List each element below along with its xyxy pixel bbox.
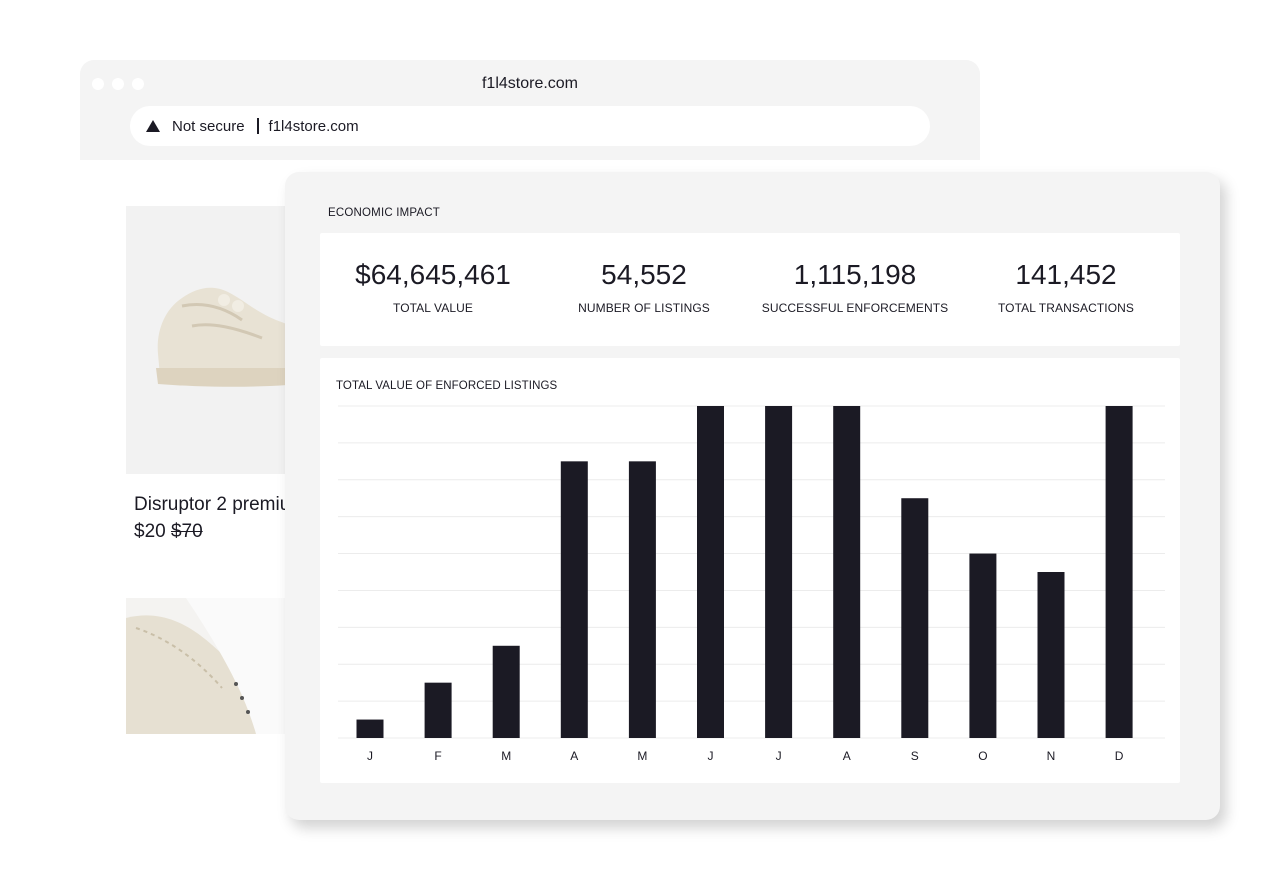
stat-total-value: $64,645,461 TOTAL VALUE <box>328 233 538 315</box>
sneaker-icon <box>156 287 286 387</box>
x-tick-label: J <box>367 749 373 763</box>
sneaker-closeup-icon <box>126 598 286 734</box>
x-tick-label: N <box>1047 749 1056 763</box>
security-label[interactable]: Not secure <box>172 118 245 135</box>
bar-1[interactable] <box>356 719 384 738</box>
bar-4[interactable] <box>560 461 588 738</box>
stat-value: 141,452 <box>1015 259 1117 290</box>
stats-row: $64,645,461 TOTAL VALUE 54,552 NUMBER OF… <box>320 233 1180 346</box>
bar-7[interactable] <box>765 406 793 738</box>
panel-title: ECONOMIC IMPACT <box>328 207 441 219</box>
chart-card: TOTAL VALUE OF ENFORCED LISTINGS JFMAMJJ… <box>320 358 1180 783</box>
stat-number-of-listings: 54,552 NUMBER OF LISTINGS <box>539 233 749 315</box>
bar-chart: JFMAMJJASOND <box>338 405 1165 763</box>
product-name[interactable]: Disruptor 2 premium <box>134 494 286 516</box>
bar-10[interactable] <box>969 553 997 738</box>
bar-5[interactable] <box>628 461 656 738</box>
x-tick-label: F <box>434 749 441 763</box>
stat-label: NUMBER OF LISTINGS <box>578 301 710 315</box>
economic-impact-panel: ECONOMIC IMPACT $64,645,461 TOTAL VALUE … <box>285 172 1220 820</box>
sale-price: $20 <box>134 521 166 542</box>
x-tick-label: M <box>637 749 647 763</box>
address-bar[interactable]: Not secure f1l4store.com <box>130 106 930 146</box>
x-tick-label: J <box>708 749 714 763</box>
bar-3[interactable] <box>492 645 520 738</box>
x-tick-label: J <box>776 749 782 763</box>
bar-6[interactable] <box>697 406 724 738</box>
x-tick-label: O <box>978 749 987 763</box>
bar-8[interactable] <box>833 406 861 738</box>
x-tick-label: A <box>570 749 578 763</box>
stat-value: $64,645,461 <box>355 259 511 290</box>
product-image[interactable] <box>126 206 286 474</box>
stat-label: SUCCESSFUL ENFORCEMENTS <box>761 301 949 315</box>
stat-label: TOTAL TRANSACTIONS <box>997 301 1135 315</box>
x-tick-label: D <box>1115 749 1124 763</box>
x-tick-label: M <box>501 749 511 763</box>
stat-total-transactions: 141,452 TOTAL TRANSACTIONS <box>961 233 1171 315</box>
window-title: f1l4store.com <box>481 75 579 92</box>
bar-12[interactable] <box>1105 406 1133 738</box>
browser-window: f1l4store.com Not secure f1l4store.com <box>80 60 980 160</box>
original-price: $70 <box>170 521 203 542</box>
bar-9[interactable] <box>901 498 929 738</box>
stat-label: TOTAL VALUE <box>392 301 473 315</box>
bar-11[interactable] <box>1037 572 1065 738</box>
product-image-2[interactable] <box>126 598 286 734</box>
stat-value: 1,115,198 <box>793 259 917 290</box>
x-tick-label: A <box>843 749 851 763</box>
url-text[interactable]: f1l4store.com <box>269 118 359 135</box>
x-tick-label: S <box>911 749 919 763</box>
stat-successful-enforcements: 1,115,198 SUCCESSFUL ENFORCEMENTS <box>750 233 960 315</box>
stat-value: 54,552 <box>601 259 687 290</box>
warning-triangle-icon <box>146 120 160 132</box>
bar-2[interactable] <box>424 682 452 738</box>
address-separator <box>256 118 259 134</box>
product-price: $20 $70 <box>134 521 203 543</box>
